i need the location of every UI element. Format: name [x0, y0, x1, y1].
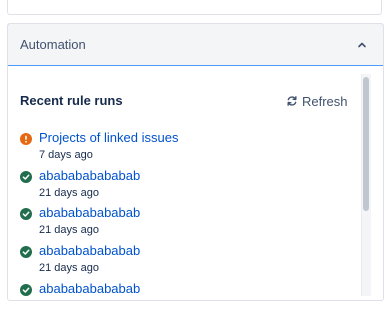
- automation-panel: Automation Recent rule runs Refresh Proj…: [7, 23, 384, 301]
- rule-run-link[interactable]: Projects of linked issues: [39, 130, 178, 145]
- check-circle-icon: [20, 170, 32, 183]
- rule-run-link[interactable]: ababababababab: [39, 281, 140, 296]
- warning-circle-icon: [20, 132, 32, 145]
- rule-run-time: 7 days ago: [39, 149, 93, 161]
- panel-content: Recent rule runs Refresh Projects of lin…: [8, 66, 358, 300]
- rule-run-link[interactable]: ababababababab: [39, 205, 140, 220]
- previous-panel-card: [7, 0, 382, 15]
- scrollbar-thumb[interactable]: [363, 77, 369, 211]
- check-circle-icon: [20, 207, 32, 220]
- automation-panel-header[interactable]: Automation: [8, 24, 383, 66]
- chevron-up-icon[interactable]: [355, 38, 369, 52]
- rule-run-link[interactable]: ababababababab: [39, 168, 140, 183]
- rule-run-time: 21 days ago: [39, 224, 99, 236]
- refresh-button[interactable]: Refresh: [286, 92, 348, 110]
- rule-run-link[interactable]: ababababababab: [39, 243, 140, 258]
- check-circle-icon: [20, 283, 32, 296]
- section-title: Recent rule runs: [20, 93, 123, 108]
- rule-run-time: 21 days ago: [39, 187, 99, 199]
- rule-run-time: 21 days ago: [39, 262, 99, 274]
- panel-title: Automation: [20, 37, 86, 52]
- refresh-icon: [287, 96, 297, 106]
- check-circle-icon: [20, 245, 32, 258]
- refresh-label: Refresh: [302, 93, 348, 109]
